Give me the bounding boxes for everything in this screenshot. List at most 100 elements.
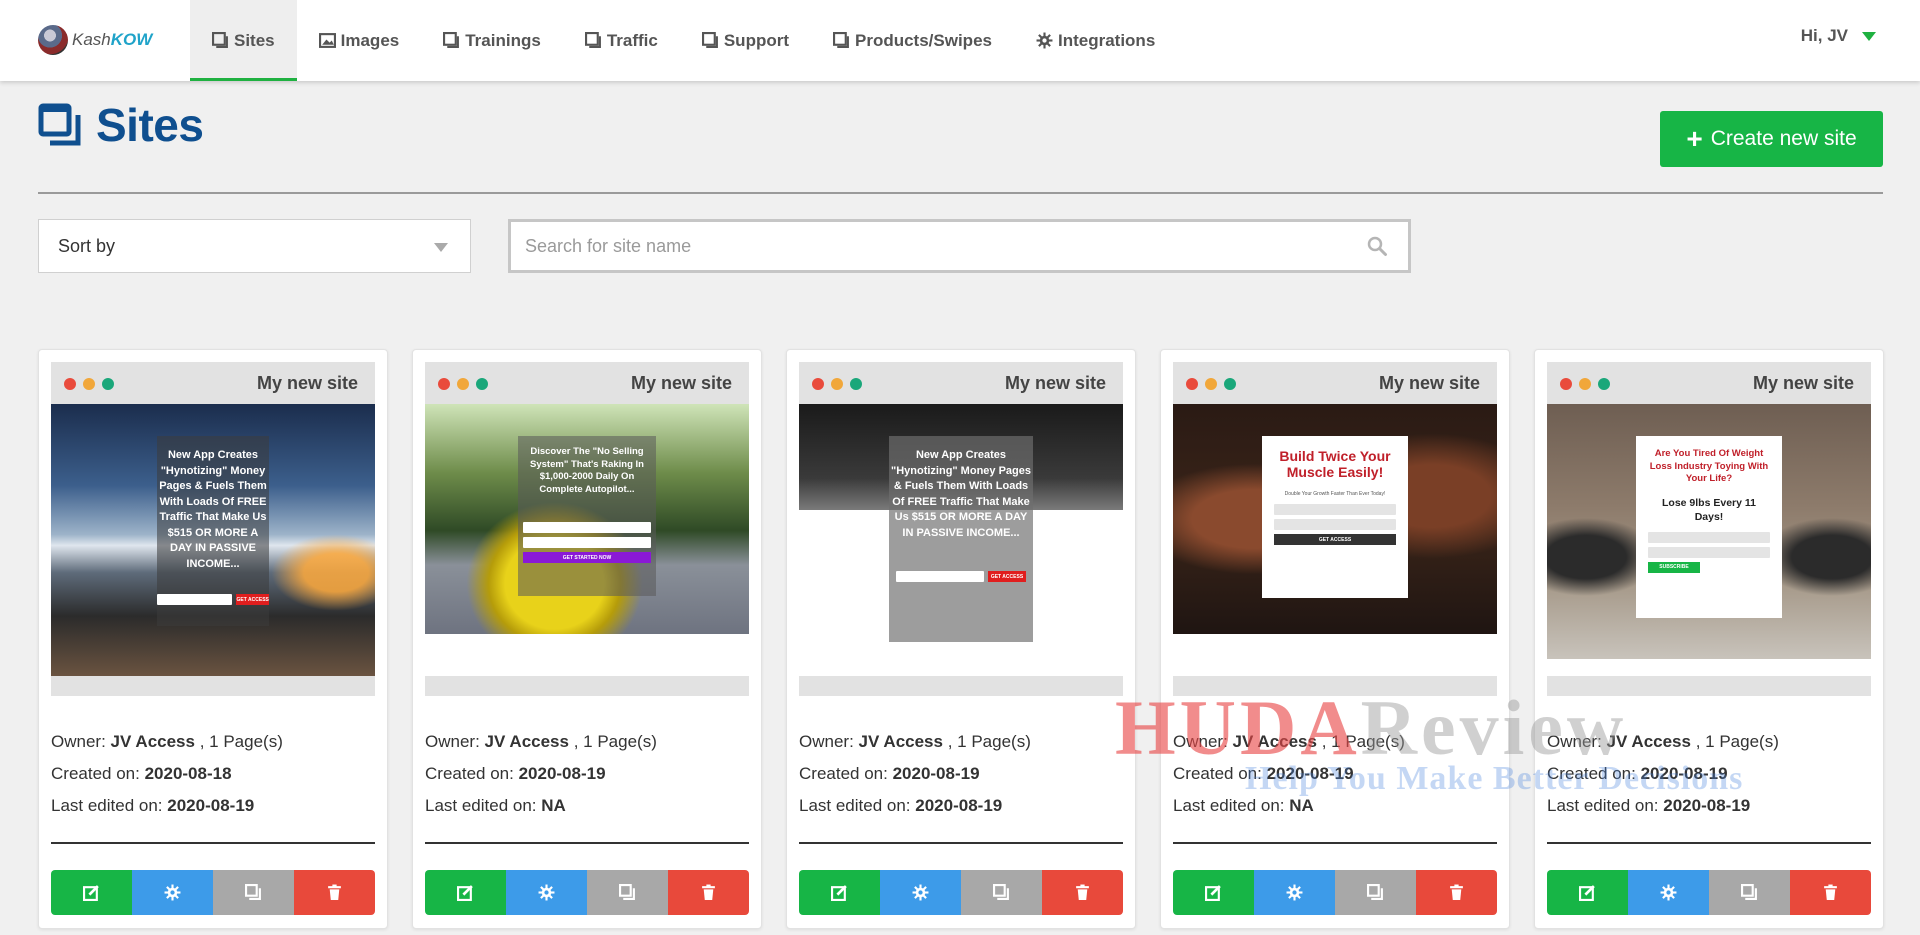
- clone-site-button[interactable]: [961, 870, 1042, 915]
- create-new-site-button[interactable]: + Create new site: [1660, 111, 1883, 167]
- thumb-headline: Build Twice Your Muscle Easily!: [1279, 448, 1391, 480]
- site-meta: Owner: JV Access , 1 Page(s) Created on:…: [1547, 726, 1779, 822]
- site-thumbnail[interactable]: Are You Tired Of Weight Loss Industry To…: [1547, 404, 1871, 676]
- delete-site-button[interactable]: [1790, 870, 1871, 915]
- nav-item-products-swipes[interactable]: Products/Swipes: [811, 0, 1014, 81]
- thumb-button: GET STARTED NOW: [523, 552, 651, 563]
- yellow-dot-icon: [1579, 378, 1591, 390]
- edit-icon: [1579, 885, 1595, 901]
- thumb-button: GET ACCESS: [1274, 534, 1396, 545]
- delete-site-button[interactable]: [1416, 870, 1497, 915]
- logo-text: KashKOW: [72, 30, 153, 49]
- edit-site-button[interactable]: [799, 870, 880, 915]
- window-icon: [38, 103, 81, 146]
- clone-icon: [1367, 884, 1383, 900]
- nav-item-traffic[interactable]: Traffic: [563, 0, 680, 81]
- nav-item-trainings[interactable]: Trainings: [421, 0, 563, 81]
- search-icon[interactable]: [1366, 235, 1388, 257]
- edit-site-button[interactable]: [1547, 870, 1628, 915]
- thumb-button: SUBSCRIBE: [1648, 561, 1700, 573]
- site-settings-button[interactable]: [1254, 870, 1335, 915]
- nav-item-images[interactable]: Images: [297, 0, 422, 81]
- clone-site-button[interactable]: [1709, 870, 1790, 915]
- site-name: My new site: [630, 373, 732, 393]
- thumb-subheadline: Lose 9lbs Every 11 Days!: [1662, 496, 1756, 523]
- clone-site-button[interactable]: [213, 870, 294, 915]
- delete-site-button[interactable]: [294, 870, 375, 915]
- thumb-headline: New App Creates "Hynotizing" Money Pages…: [159, 449, 267, 570]
- site-meta: Owner: JV Access , 1 Page(s) Created on:…: [1173, 726, 1405, 822]
- nav-item-support[interactable]: Support: [680, 0, 811, 81]
- red-dot-icon: [438, 378, 450, 390]
- delete-site-button[interactable]: [1042, 870, 1123, 915]
- site-thumbnail[interactable]: New App Creates "Hynotizing" Money Pages…: [51, 404, 375, 676]
- nav-label: Traffic: [606, 30, 658, 50]
- browser-bar: My new site: [799, 362, 1123, 404]
- logo-avatar: [38, 25, 68, 55]
- create-label: Create new site: [1710, 127, 1857, 150]
- site-actions: [799, 870, 1123, 915]
- site-meta: Owner: JV Access , 1 Page(s) Created on:…: [799, 726, 1031, 822]
- search-input[interactable]: [511, 222, 1366, 270]
- site-name: My new site: [256, 373, 358, 393]
- window-icon: [443, 32, 460, 48]
- thumbnail-footer: [799, 676, 1123, 696]
- thumb-headline: Are You Tired Of Weight Loss Industry To…: [1649, 448, 1769, 484]
- red-dot-icon: [1560, 378, 1572, 390]
- site-name: My new site: [1378, 373, 1480, 393]
- thumb-button: GET ACCESS: [236, 594, 269, 605]
- yellow-dot-icon: [83, 378, 95, 390]
- edit-site-button[interactable]: [51, 870, 132, 915]
- site-meta: Owner: JV Access , 1 Page(s) Created on:…: [425, 726, 657, 822]
- edited-line: Last edited on: NA: [425, 796, 566, 815]
- nav-item-sites[interactable]: Sites: [190, 0, 297, 81]
- caret-down-icon: [1862, 31, 1876, 41]
- site-actions: [1547, 870, 1871, 915]
- owner-line: Owner: JV Access , 1 Page(s): [1173, 732, 1405, 751]
- site-name: My new site: [1004, 373, 1106, 393]
- gear-icon: [912, 884, 929, 901]
- image-icon: [318, 33, 336, 48]
- site-settings-button[interactable]: [880, 870, 961, 915]
- created-line: Created on: 2020-08-18: [51, 764, 232, 783]
- user-menu[interactable]: Hi, JV: [1801, 26, 1876, 46]
- delete-site-button[interactable]: [668, 870, 749, 915]
- site-card: My new site Are You Tired Of Weight Loss…: [1534, 349, 1884, 929]
- created-line: Created on: 2020-08-19: [1173, 764, 1354, 783]
- thumbnail-footer: [51, 676, 375, 696]
- green-dot-icon: [476, 378, 488, 390]
- edit-icon: [83, 885, 99, 901]
- clone-site-button[interactable]: [587, 870, 668, 915]
- window-icon: [584, 32, 601, 48]
- window-icon: [701, 32, 718, 48]
- main-nav: Sites Images Trainings Traffic Support P…: [190, 0, 1177, 81]
- site-card: My new site Build Twice Your Muscle Easi…: [1160, 349, 1510, 929]
- thumbnail-footer: [1173, 676, 1497, 696]
- sort-by-select[interactable]: Sort by: [38, 219, 471, 273]
- owner-line: Owner: JV Access , 1 Page(s): [1547, 732, 1779, 751]
- gear-icon: [1036, 32, 1053, 49]
- gear-icon: [1286, 884, 1303, 901]
- clone-icon: [619, 884, 635, 900]
- site-settings-button[interactable]: [132, 870, 213, 915]
- site-thumbnail[interactable]: Build Twice Your Muscle Easily! Double Y…: [1173, 404, 1497, 676]
- nav-label: Sites: [234, 30, 275, 50]
- red-dot-icon: [1186, 378, 1198, 390]
- nav-item-integrations[interactable]: Integrations: [1014, 0, 1177, 81]
- green-dot-icon: [102, 378, 114, 390]
- trash-icon: [702, 884, 715, 900]
- nav-label: Trainings: [465, 30, 541, 50]
- clone-site-button[interactable]: [1335, 870, 1416, 915]
- site-settings-button[interactable]: [506, 870, 587, 915]
- edit-site-button[interactable]: [1173, 870, 1254, 915]
- browser-bar: My new site: [425, 362, 749, 404]
- site-thumbnail[interactable]: New App Creates "Hynotizing" Money Pages…: [799, 404, 1123, 676]
- site-actions: [425, 870, 749, 915]
- site-settings-button[interactable]: [1628, 870, 1709, 915]
- kashkow-logo[interactable]: KashKOW: [38, 22, 152, 58]
- edit-site-button[interactable]: [425, 870, 506, 915]
- site-thumbnail[interactable]: Discover The "No Selling System" That's …: [425, 404, 749, 676]
- user-greeting: Hi, JV: [1800, 26, 1848, 45]
- card-divider: [51, 842, 375, 844]
- owner-line: Owner: JV Access , 1 Page(s): [425, 732, 657, 751]
